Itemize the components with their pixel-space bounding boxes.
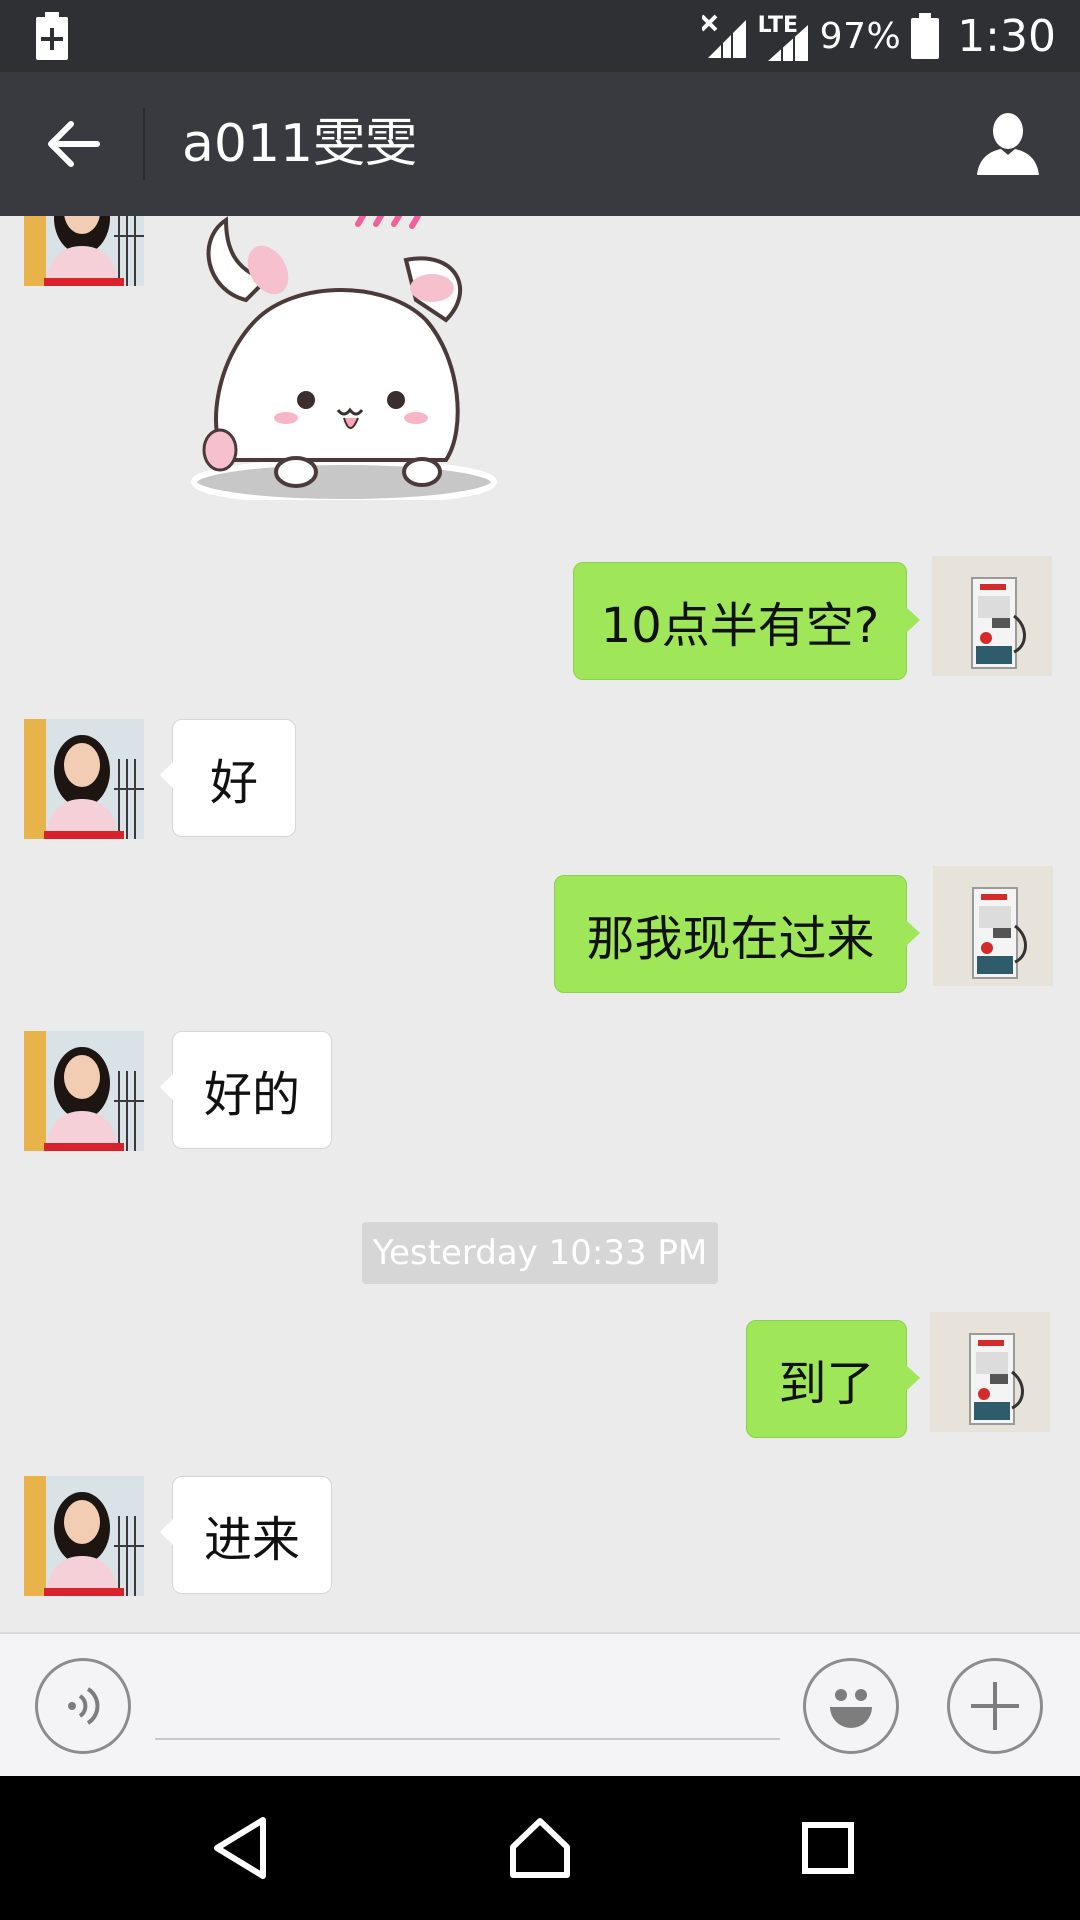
arrow-left-icon bbox=[48, 121, 100, 167]
battery-percent: 97% bbox=[819, 15, 902, 57]
title-divider bbox=[143, 108, 145, 180]
input-bar bbox=[0, 1632, 1080, 1776]
sent-message-bubble[interactable]: 那我现在过来 bbox=[554, 875, 920, 993]
nav-recents-icon bbox=[802, 1822, 854, 1874]
person-icon bbox=[977, 113, 1039, 175]
machine-avatar-image bbox=[932, 556, 1052, 676]
message-input[interactable] bbox=[155, 1670, 780, 1740]
voice-button[interactable] bbox=[35, 1658, 131, 1754]
status-bar: LTE 97% 1:30 bbox=[0, 0, 1080, 72]
signal-icon bbox=[767, 25, 808, 61]
contact-avatar[interactable] bbox=[24, 1031, 144, 1151]
emoji-button[interactable] bbox=[803, 1658, 899, 1754]
more-button[interactable] bbox=[947, 1658, 1043, 1754]
signal-no-sim-icon bbox=[701, 14, 746, 58]
my-avatar[interactable] bbox=[932, 556, 1052, 676]
machine-avatar-image bbox=[933, 866, 1053, 986]
title-bar: a011雯雯 bbox=[0, 72, 1080, 216]
girl-avatar-image bbox=[24, 1031, 144, 1151]
nav-recents-button[interactable] bbox=[778, 1798, 878, 1898]
chat-title: a011雯雯 bbox=[182, 114, 418, 174]
received-message-bubble[interactable]: 好 bbox=[160, 719, 296, 837]
battery-icon bbox=[911, 13, 940, 59]
girl-avatar-image bbox=[24, 1476, 144, 1596]
contact-avatar[interactable] bbox=[24, 719, 144, 839]
system-nav-bar bbox=[0, 1776, 1080, 1920]
message-list[interactable]: 10点半有空? 好 那我现在过来 好的 Yesterday 10:33 PM 到… bbox=[0, 216, 1080, 1632]
battery-charging-icon bbox=[36, 12, 68, 60]
contact-avatar[interactable] bbox=[24, 216, 144, 286]
voice-icon bbox=[68, 1687, 100, 1725]
my-avatar[interactable] bbox=[933, 866, 1053, 986]
bunny-sticker[interactable] bbox=[186, 216, 506, 500]
my-avatar[interactable] bbox=[930, 1312, 1050, 1432]
chat-info-button[interactable] bbox=[966, 102, 1050, 186]
nav-home-icon bbox=[510, 1818, 570, 1878]
sent-message-bubble[interactable]: 10点半有空? bbox=[573, 562, 920, 680]
lte-signal: LTE bbox=[758, 9, 810, 63]
machine-avatar-image bbox=[930, 1312, 1050, 1432]
nav-back-icon bbox=[214, 1817, 266, 1879]
timestamp: Yesterday 10:33 PM bbox=[362, 1222, 718, 1284]
received-message-bubble[interactable]: 好的 bbox=[160, 1031, 332, 1149]
nav-back-button[interactable] bbox=[191, 1798, 291, 1898]
girl-avatar-image bbox=[24, 719, 144, 839]
sent-message-bubble[interactable]: 到了 bbox=[746, 1320, 920, 1438]
girl-avatar-image bbox=[24, 216, 144, 286]
contact-avatar[interactable] bbox=[24, 1476, 144, 1596]
nav-home-button[interactable] bbox=[490, 1798, 590, 1898]
clock: 1:30 bbox=[957, 10, 1056, 62]
received-message-bubble[interactable]: 进来 bbox=[160, 1476, 332, 1594]
back-button[interactable] bbox=[28, 108, 118, 180]
plus-icon bbox=[971, 1682, 1019, 1730]
emoji-icon bbox=[830, 1689, 872, 1728]
